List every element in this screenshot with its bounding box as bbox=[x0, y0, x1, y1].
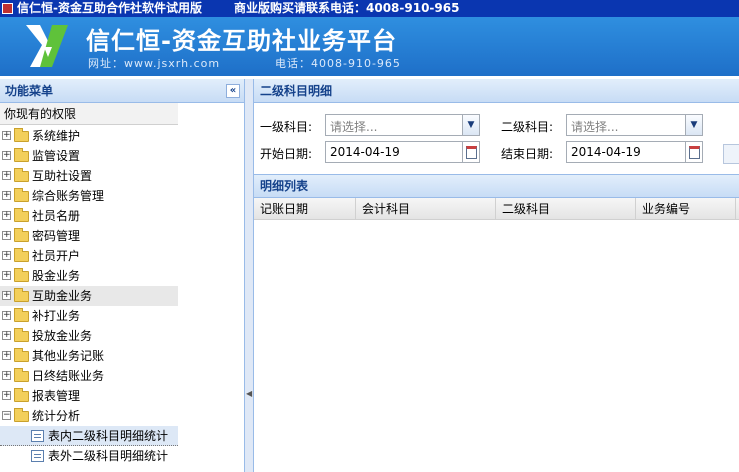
function-menu-panel: 功能菜单 « 你现有的权限 + 系统维护 + 监管设置 + 互助社设置 + 综合账务管理… bbox=[0, 79, 245, 472]
folder-icon bbox=[14, 348, 29, 362]
level2-placeholder: 请选择... bbox=[571, 120, 619, 134]
tree-node-supervision-settings[interactable]: + 监管设置 bbox=[0, 146, 178, 166]
folder-icon bbox=[14, 308, 29, 322]
tree-node-reprint[interactable]: + 补打业务 bbox=[0, 306, 178, 326]
tree-node-mutual-fund[interactable]: + 互助金业务 bbox=[0, 286, 178, 306]
app-icon bbox=[2, 3, 13, 14]
column-account[interactable]: 会计科目 bbox=[356, 198, 496, 220]
window-title: 信仁恒-资金互助合作社软件试用版 bbox=[17, 1, 202, 15]
tree-leaf-onbalance-detail[interactable]: 表内二级科目明细统计 bbox=[0, 426, 178, 446]
folder-icon bbox=[14, 248, 29, 262]
expand-plus-icon[interactable]: + bbox=[2, 171, 11, 180]
expand-plus-icon[interactable]: + bbox=[2, 231, 11, 240]
folder-icon bbox=[14, 208, 29, 222]
tree-node-reports[interactable]: + 报表管理 bbox=[0, 386, 178, 406]
window-notice: 商业版购买请联系电话：4008-910-965 bbox=[234, 1, 460, 15]
detail-list-title: 明细列表 bbox=[254, 174, 739, 198]
folder-icon bbox=[14, 168, 29, 182]
collapse-left-icon[interactable]: « bbox=[226, 84, 240, 98]
collapse-minus-icon[interactable]: − bbox=[2, 411, 11, 420]
calendar-icon[interactable] bbox=[462, 142, 479, 162]
expand-plus-icon[interactable]: + bbox=[2, 271, 11, 280]
expand-plus-icon[interactable]: + bbox=[2, 331, 11, 340]
tree-node-statistics[interactable]: − 统计分析 bbox=[0, 406, 178, 426]
function-menu-title: 功能菜单 bbox=[5, 84, 54, 98]
folder-icon bbox=[14, 328, 29, 342]
logo-icon bbox=[26, 25, 68, 67]
tree-node-coop-settings[interactable]: + 互助社设置 bbox=[0, 166, 178, 186]
end-date-value: 2014-04-19 bbox=[571, 145, 641, 159]
grid-header: 记账日期 会计科目 二级科目 业务编号 bbox=[254, 198, 739, 220]
level2-label: 二级科目: bbox=[501, 120, 554, 134]
chevron-down-icon[interactable]: ▼ bbox=[462, 115, 479, 135]
tree-node-other-bookkeeping[interactable]: + 其他业务记账 bbox=[0, 346, 178, 366]
level1-placeholder: 请选择... bbox=[330, 120, 378, 134]
folder-icon bbox=[14, 288, 29, 302]
tree-node-day-end[interactable]: + 日终结账业务 bbox=[0, 366, 178, 386]
folder-icon bbox=[14, 368, 29, 382]
tree-node-share-capital[interactable]: + 股金业务 bbox=[0, 266, 178, 286]
tree-node-investment[interactable]: + 投放金业务 bbox=[0, 326, 178, 346]
expand-plus-icon[interactable]: + bbox=[2, 191, 11, 200]
column-business-no[interactable]: 业务编号 bbox=[636, 198, 736, 220]
tree-leaf-offbalance-detail[interactable]: 表外二级科目明细统计 bbox=[0, 446, 178, 466]
start-date-field[interactable]: 2014-04-19 bbox=[325, 141, 480, 163]
query-form: 一级科目: 请选择... ▼ 二级科目: 请选择... ▼ 开始日期: 2014… bbox=[254, 103, 739, 166]
end-date-label: 结束日期: bbox=[501, 147, 554, 161]
expand-plus-icon[interactable]: + bbox=[2, 311, 11, 320]
detail-panel: 二级科目明细 一级科目: 请选择... ▼ 二级科目: 请选择... ▼ 开始日… bbox=[253, 79, 739, 472]
folder-icon bbox=[14, 148, 29, 162]
start-date-label: 开始日期: bbox=[260, 147, 313, 161]
brand-title: 信仁恒-资金互助社业务平台 bbox=[86, 27, 397, 55]
expand-plus-icon[interactable]: + bbox=[2, 251, 11, 260]
permissions-label: 你现有的权限 bbox=[0, 103, 178, 125]
report-icon bbox=[31, 450, 44, 462]
chevron-down-icon[interactable]: ▼ bbox=[685, 115, 702, 135]
folder-open-icon bbox=[14, 408, 29, 422]
expand-plus-icon[interactable]: + bbox=[2, 151, 11, 160]
expand-plus-icon[interactable]: + bbox=[2, 291, 11, 300]
folder-icon bbox=[14, 228, 29, 242]
expand-plus-icon[interactable]: + bbox=[2, 391, 11, 400]
tree-node-member-account[interactable]: + 社员开户 bbox=[0, 246, 178, 266]
folder-icon bbox=[14, 268, 29, 282]
tree-node-accounting[interactable]: + 综合账务管理 bbox=[0, 186, 178, 206]
query-button[interactable] bbox=[723, 144, 739, 164]
function-menu-header: 功能菜单 « bbox=[0, 79, 244, 103]
end-date-field[interactable]: 2014-04-19 bbox=[566, 141, 703, 163]
tree-node-member-roster[interactable]: + 社员名册 bbox=[0, 206, 178, 226]
column-posting-date[interactable]: 记账日期 bbox=[254, 198, 356, 220]
start-date-value: 2014-04-19 bbox=[330, 145, 400, 159]
report-icon bbox=[31, 430, 44, 442]
splitter-arrow-icon[interactable]: ◀ bbox=[246, 389, 252, 398]
detail-panel-title: 二级科目明细 bbox=[254, 79, 739, 103]
level1-label: 一级科目: bbox=[260, 120, 313, 134]
folder-icon bbox=[14, 388, 29, 402]
tree-node-system-maintenance[interactable]: + 系统维护 bbox=[0, 126, 178, 146]
folder-icon bbox=[14, 188, 29, 202]
level1-select[interactable]: 请选择... ▼ bbox=[325, 114, 480, 136]
panel-splitter[interactable]: ◀ bbox=[245, 79, 253, 472]
website-text: 网址：www.jsxrh.com bbox=[88, 57, 221, 70]
expand-plus-icon[interactable]: + bbox=[2, 371, 11, 380]
expand-plus-icon[interactable]: + bbox=[2, 211, 11, 220]
phone-text: 电话：4008-910-965 bbox=[275, 57, 401, 70]
expand-plus-icon[interactable]: + bbox=[2, 351, 11, 360]
calendar-icon[interactable] bbox=[685, 142, 702, 162]
header-banner: 信仁恒-资金互助社业务平台 网址：www.jsxrh.com 电话：4008-9… bbox=[0, 17, 739, 76]
menu-tree: + 系统维护 + 监管设置 + 互助社设置 + 综合账务管理 + 社员名册 + 密码管理 +… bbox=[0, 125, 244, 466]
expand-plus-icon[interactable]: + bbox=[2, 131, 11, 140]
column-subaccount[interactable]: 二级科目 bbox=[496, 198, 636, 220]
window-titlebar: 信仁恒-资金互助合作社软件试用版 商业版购买请联系电话：4008-910-965 bbox=[0, 0, 739, 17]
tree-node-password[interactable]: + 密码管理 bbox=[0, 226, 178, 246]
level2-select[interactable]: 请选择... ▼ bbox=[566, 114, 703, 136]
folder-icon bbox=[14, 128, 29, 142]
